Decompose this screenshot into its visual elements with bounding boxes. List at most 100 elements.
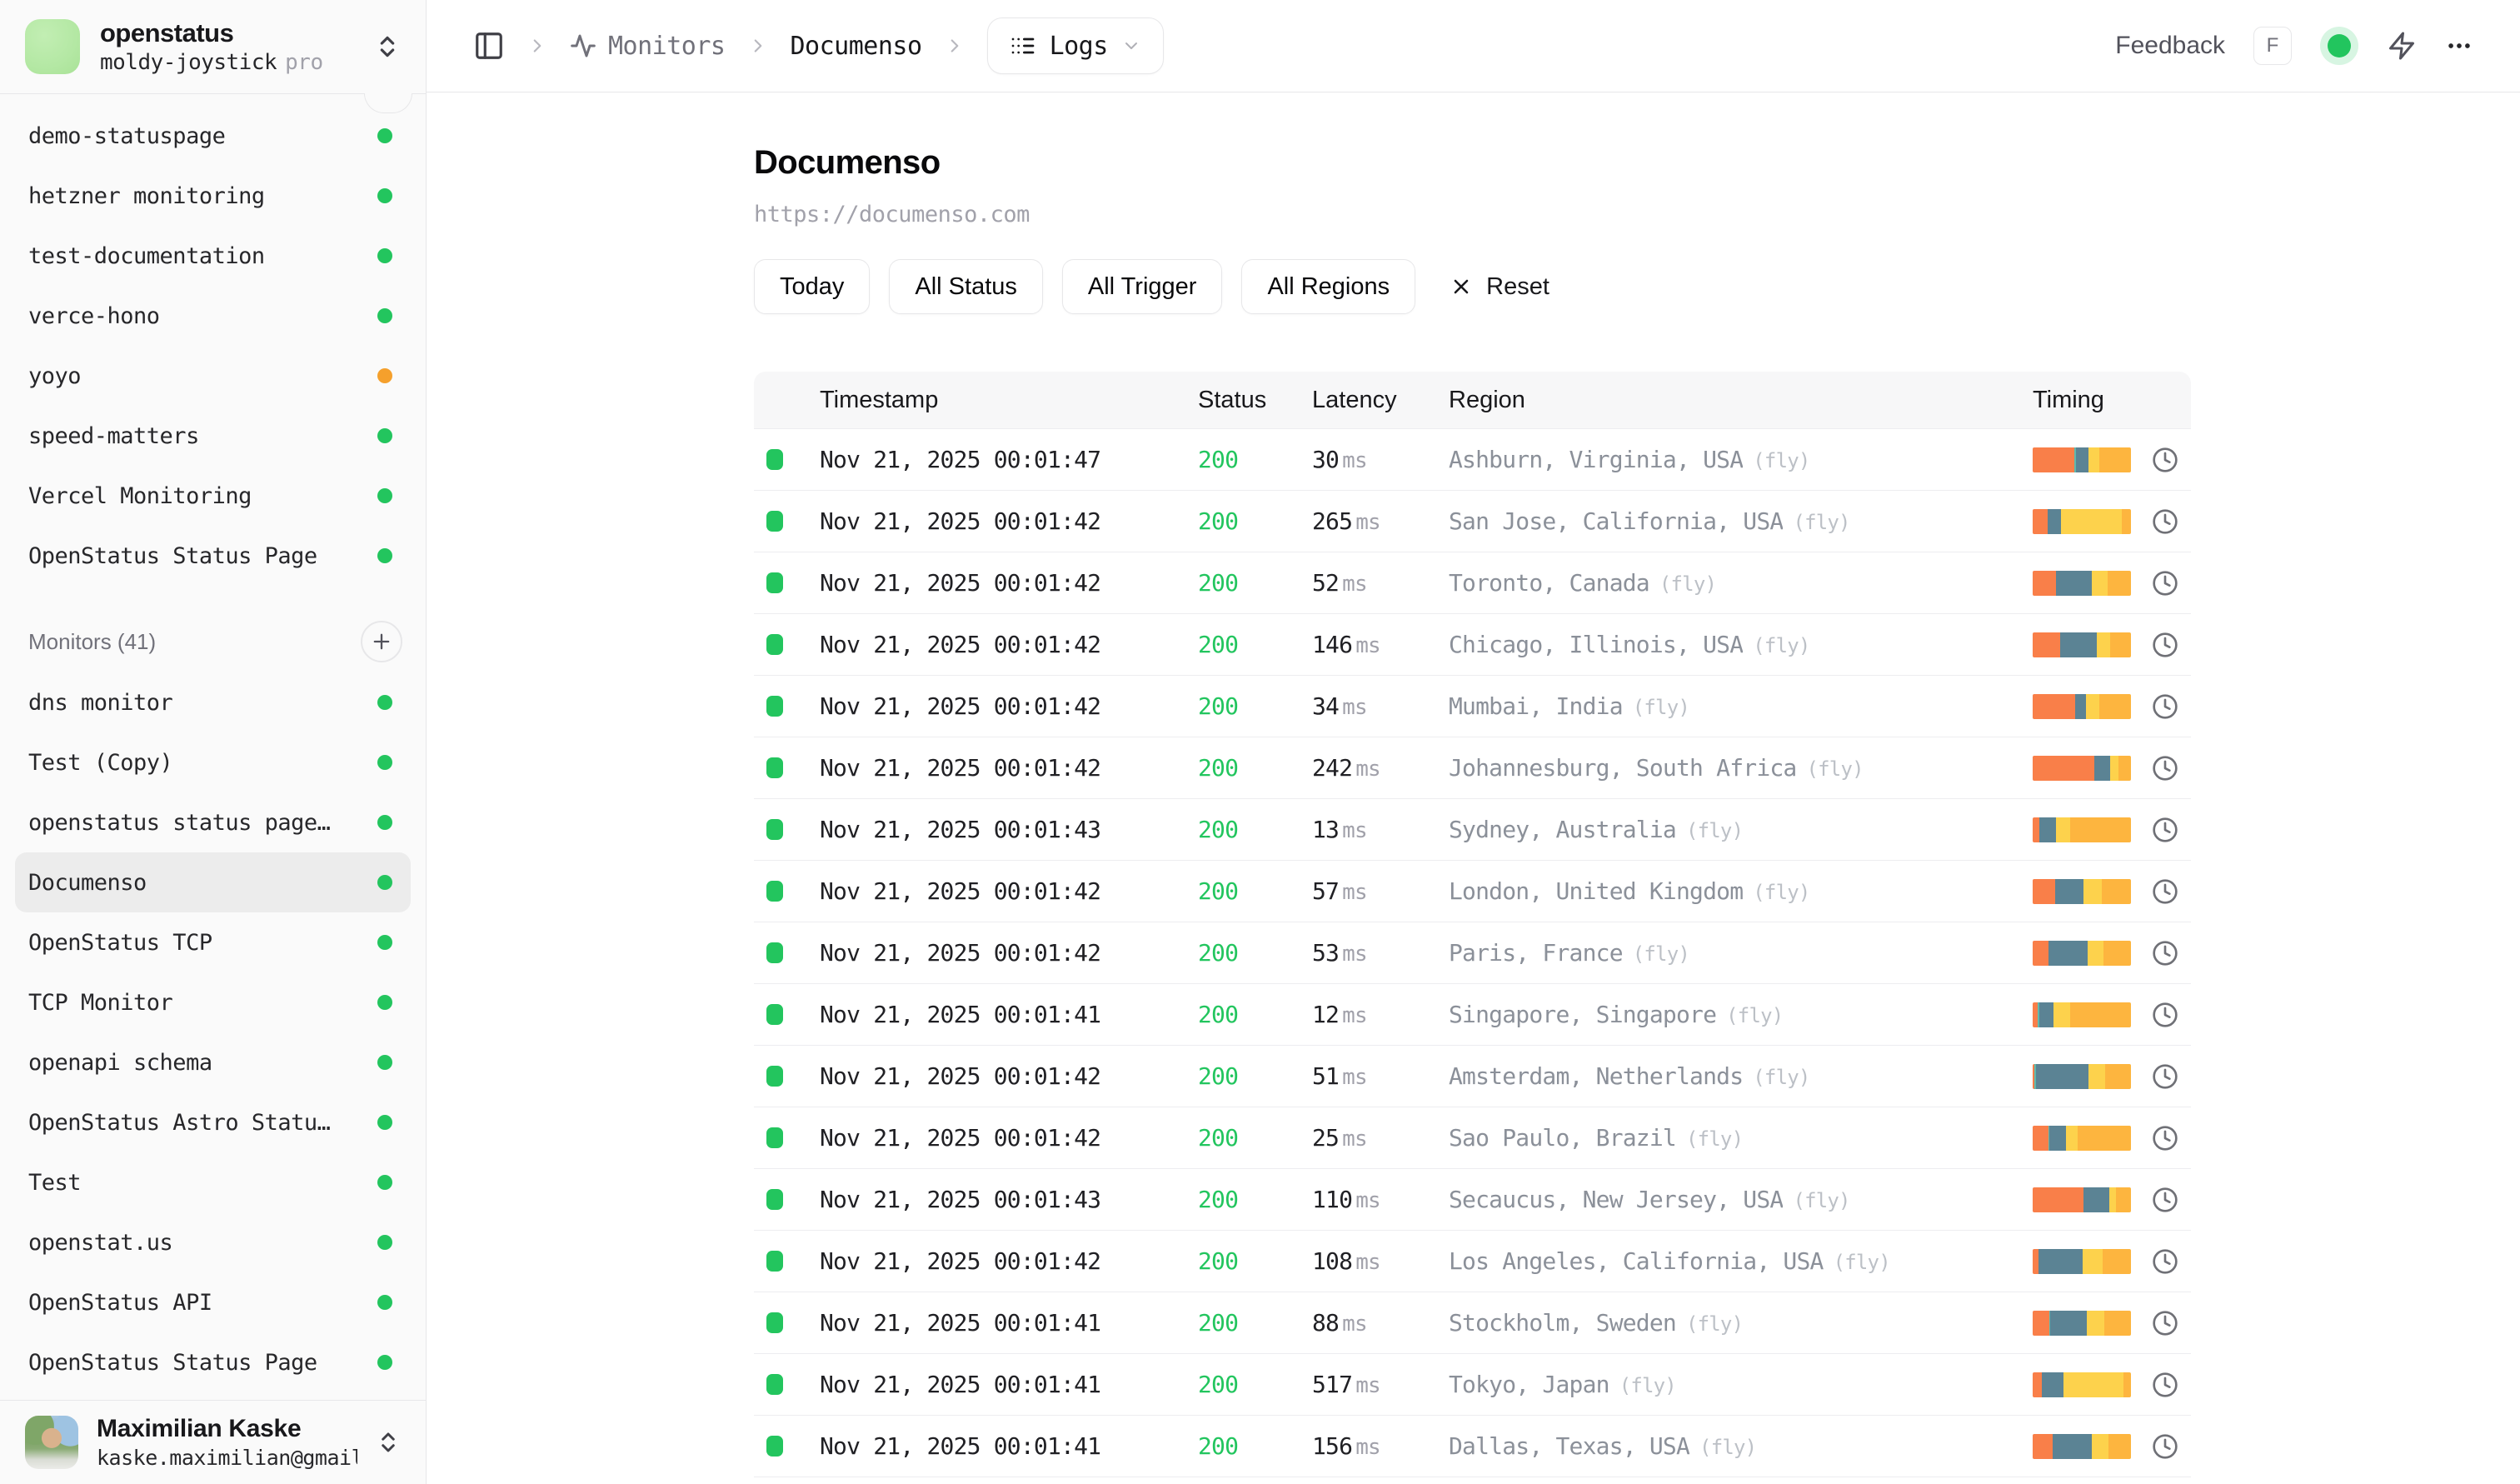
status-filter-button[interactable]: All Status <box>889 259 1043 314</box>
log-row[interactable]: Nov 21, 2025 00:01:42 200 57ms London, U… <box>754 861 2191 922</box>
row-indicator-cell <box>754 511 820 532</box>
clock-icon[interactable] <box>2152 940 2178 967</box>
log-row[interactable]: Nov 21, 2025 00:01:42 200 242ms Johannes… <box>754 737 2191 799</box>
ellipsis-menu-button[interactable] <box>2445 32 2473 60</box>
clock-icon[interactable] <box>2152 508 2178 535</box>
row-latency: 242ms <box>1312 754 1449 782</box>
sidebar-item[interactable]: OpenStatus Astro Statu… <box>15 1092 411 1152</box>
status-dot-icon <box>377 1115 392 1130</box>
row-region: Secaucus, New Jersey, USA(fly) <box>1449 1186 2033 1213</box>
log-row[interactable]: Nov 21, 2025 00:01:42 200 25ms Sao Paulo… <box>754 1107 2191 1169</box>
log-row[interactable]: Nov 21, 2025 00:01:41 200 88ms Stockholm… <box>754 1292 2191 1354</box>
sidebar-item-label: verce-hono <box>28 303 160 329</box>
timing-segment-transfer <box>2105 1064 2131 1089</box>
sidebar-scroll-area[interactable]: demo-statuspage hetzner monitoring test-… <box>0 94 426 1400</box>
region-name: Sao Paulo, Brazil <box>1449 1124 1676 1152</box>
clock-icon[interactable] <box>2152 1125 2178 1152</box>
log-row[interactable]: Nov 21, 2025 00:01:41 200 12ms Singapore… <box>754 984 2191 1046</box>
row-region: Johannesburg, South Africa(fly) <box>1449 754 2033 782</box>
page-title: Documenso <box>754 144 2520 182</box>
log-row[interactable]: Nov 21, 2025 00:01:42 200 265ms San Jose… <box>754 491 2191 552</box>
status-indicator-dot[interactable] <box>2320 27 2358 65</box>
log-row[interactable]: Nov 21, 2025 00:01:42 200 51ms Amsterdam… <box>754 1046 2191 1107</box>
sidebar-item[interactable]: speed-matters <box>15 406 411 466</box>
clock-icon[interactable] <box>2152 693 2178 720</box>
clock-icon[interactable] <box>2152 570 2178 597</box>
region-name: Mumbai, India <box>1449 692 1623 720</box>
sidebar: openstatus moldy-joystickpro demo-status… <box>0 0 427 1484</box>
view-selector-button[interactable]: Logs <box>987 17 1164 74</box>
trigger-filter-button[interactable]: All Trigger <box>1062 259 1223 314</box>
reset-filters-button[interactable]: Reset <box>1450 273 1549 301</box>
status-dot-icon <box>377 188 392 203</box>
clock-icon[interactable] <box>2152 1433 2178 1460</box>
sidebar-item[interactable]: OpenStatus TCP <box>15 912 411 972</box>
latency-value: 242 <box>1312 754 1352 782</box>
sidebar-item[interactable]: dns monitor <box>15 672 411 732</box>
row-region: Dallas, Texas, USA(fly) <box>1449 1432 2033 1460</box>
clock-icon[interactable] <box>2152 878 2178 905</box>
clock-icon[interactable] <box>2152 1002 2178 1028</box>
feedback-key-hint: F <box>2253 27 2292 65</box>
timing-segment-dns <box>2033 1434 2053 1459</box>
sidebar-item[interactable]: openapi schema <box>15 1032 411 1092</box>
sidebar-item[interactable]: OpenStatus Status Page <box>15 1332 411 1392</box>
status-dot-icon <box>377 248 392 263</box>
clock-icon[interactable] <box>2152 817 2178 843</box>
breadcrumb-monitor-name[interactable]: Documenso <box>791 32 922 61</box>
sidebar-item[interactable]: Test <box>15 1152 411 1212</box>
sidebar-toggle-button[interactable] <box>473 30 505 62</box>
clock-icon[interactable] <box>2152 1248 2178 1275</box>
row-timing-cell <box>2033 1126 2152 1151</box>
log-row[interactable]: Nov 21, 2025 00:01:42 200 53ms Paris, Fr… <box>754 922 2191 984</box>
sidebar-item[interactable]: openstatus status page… <box>15 792 411 852</box>
latency-unit: ms <box>1355 1435 1380 1460</box>
user-menu[interactable]: Maximilian Kaske kaske.maximilian@gmail… <box>0 1400 426 1484</box>
row-timing-cell <box>2033 694 2152 719</box>
sidebar-item[interactable]: hetzner monitoring <box>15 166 411 226</box>
log-row[interactable]: Nov 21, 2025 00:01:42 200 108ms Los Ange… <box>754 1231 2191 1292</box>
sidebar-item[interactable]: demo-statuspage <box>15 106 411 166</box>
status-dot-icon <box>377 875 392 890</box>
feedback-button[interactable]: Feedback <box>2115 32 2225 60</box>
sidebar-item[interactable]: Vercel Monitoring <box>15 466 411 526</box>
log-row[interactable]: Nov 21, 2025 00:01:42 200 146ms Chicago,… <box>754 614 2191 676</box>
log-row[interactable]: Nov 21, 2025 00:01:47 200 30ms Ashburn, … <box>754 429 2191 491</box>
breadcrumb-monitors[interactable]: Monitors <box>570 32 726 61</box>
sidebar-item[interactable]: verce-hono <box>15 286 411 346</box>
region-name: Amsterdam, Netherlands <box>1449 1062 1743 1090</box>
log-row[interactable]: Nov 21, 2025 00:01:43 200 13ms Sydney, A… <box>754 799 2191 861</box>
sidebar-item[interactable]: yoyo <box>15 346 411 406</box>
regions-filter-button[interactable]: All Regions <box>1241 259 1415 314</box>
zap-icon[interactable] <box>2387 31 2417 61</box>
log-row[interactable]: Nov 21, 2025 00:01:43 200 110ms Secaucus… <box>754 1169 2191 1231</box>
row-clock-cell <box>2152 447 2191 473</box>
breadcrumb-monitors-label: Monitors <box>608 32 726 61</box>
sidebar-item[interactable]: openstat.us <box>15 1212 411 1272</box>
sidebar-item[interactable]: Documenso <box>15 852 411 912</box>
log-row[interactable]: Nov 21, 2025 00:01:41 200 517ms Tokyo, J… <box>754 1354 2191 1416</box>
clock-icon[interactable] <box>2152 1187 2178 1213</box>
clock-icon[interactable] <box>2152 1310 2178 1337</box>
add-monitor-button[interactable] <box>361 621 402 662</box>
date-filter-button[interactable]: Today <box>754 259 870 314</box>
success-indicator-icon <box>766 757 783 778</box>
clock-icon[interactable] <box>2152 1063 2178 1090</box>
row-region: Stockholm, Sweden(fly) <box>1449 1309 2033 1337</box>
sidebar-item[interactable]: OpenStatus API <box>15 1272 411 1332</box>
sidebar-item[interactable]: test-documentation <box>15 226 411 286</box>
sidebar-item-label: TCP Monitor <box>28 990 172 1016</box>
log-row[interactable]: Nov 21, 2025 00:01:41 200 156ms Dallas, … <box>754 1416 2191 1477</box>
clock-icon[interactable] <box>2152 447 2178 473</box>
region-name: Singapore, Singapore <box>1449 1001 1716 1028</box>
clock-icon[interactable] <box>2152 755 2178 782</box>
row-indicator-cell <box>754 1066 820 1087</box>
workspace-switcher[interactable]: openstatus moldy-joystickpro <box>0 0 426 94</box>
sidebar-item[interactable]: OpenStatus Status Page <box>15 526 411 586</box>
sidebar-item[interactable]: TCP Monitor <box>15 972 411 1032</box>
log-row[interactable]: Nov 21, 2025 00:01:42 200 52ms Toronto, … <box>754 552 2191 614</box>
clock-icon[interactable] <box>2152 1372 2178 1398</box>
log-row[interactable]: Nov 21, 2025 00:01:42 200 34ms Mumbai, I… <box>754 676 2191 737</box>
sidebar-item[interactable]: Test (Copy) <box>15 732 411 792</box>
clock-icon[interactable] <box>2152 632 2178 658</box>
